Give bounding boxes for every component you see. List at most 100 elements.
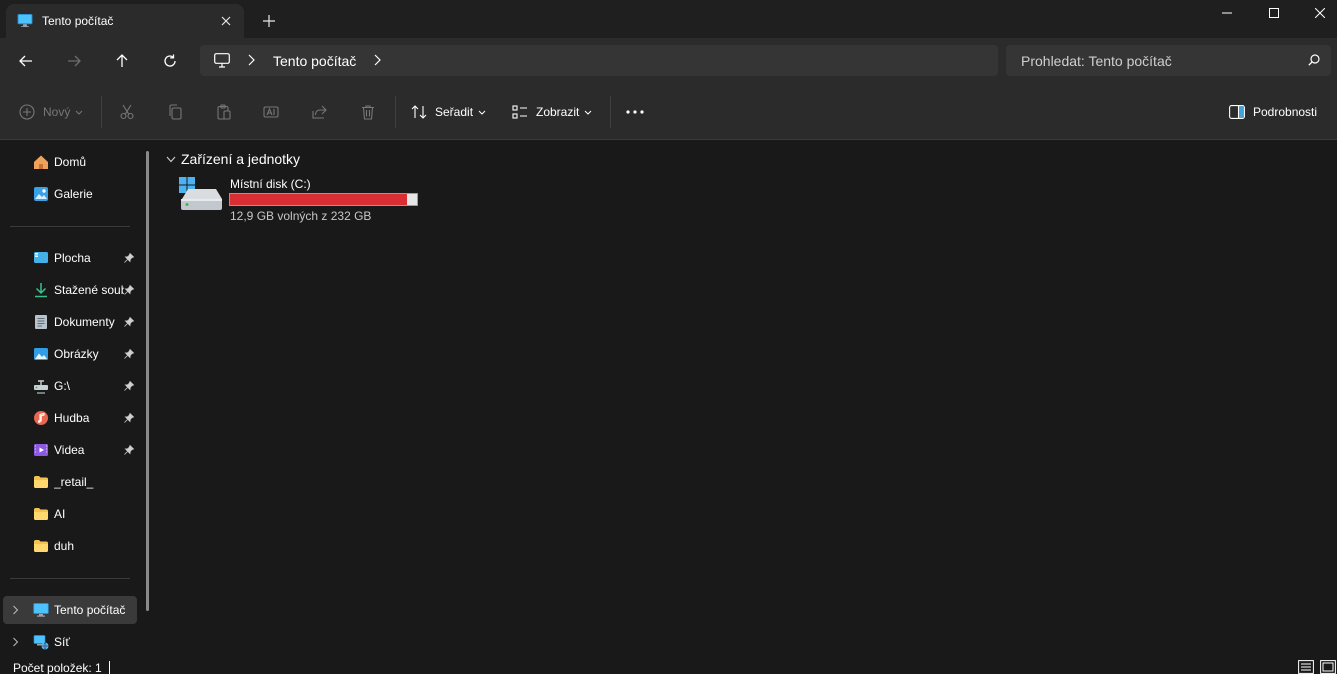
rename-button[interactable] [263,102,287,122]
pin-icon[interactable] [124,381,134,391]
chevron-down-icon [75,110,83,115]
content-pane: Zařízení a jednotky Místní disk (C:) 12,… [158,141,1337,659]
minimize-button[interactable] [1204,0,1250,26]
sort-icon [411,105,427,119]
cut-icon [120,104,134,120]
sidebar-item-this-pc[interactable]: Tento počítač [0,596,145,624]
chevron-right-icon[interactable] [373,54,381,66]
sidebar-item-pictures[interactable]: Obrázky [0,340,145,368]
sidebar-item-label: Síť [54,635,70,649]
view-button[interactable]: Zobrazit [512,102,600,122]
status-bar: Počet položek: 1 [0,659,1337,674]
sidebar-item-duh[interactable]: duh [0,532,145,560]
group-header-devices[interactable]: Zařízení a jednotky [166,151,300,167]
folder-icon [34,476,48,488]
pin-icon[interactable] [124,445,134,455]
sidebar-item-desktop[interactable]: Plocha [0,244,145,272]
paste-button[interactable] [216,102,240,122]
computer-icon [214,53,230,68]
forward-button[interactable] [60,48,88,74]
sidebar-item-g-drive[interactable]: G:\ [0,372,145,400]
chevron-right-icon[interactable] [12,637,19,647]
sidebar-item-label: Hudba [54,411,90,425]
refresh-icon [164,54,176,67]
sidebar-item-network[interactable]: Síť [0,628,145,656]
trash-icon [362,105,374,120]
view-list-icon [512,105,527,119]
sidebar-item-label: Tento počítač [54,603,126,617]
arrow-right-icon [68,55,81,67]
sidebar-item-music[interactable]: Hudba [0,404,145,432]
address-bar[interactable]: Tento počítač [200,45,998,76]
pin-icon[interactable] [124,285,134,295]
download-icon [35,283,47,298]
chevron-right-icon[interactable] [12,605,19,615]
group-title: Zařízení a jednotky [181,151,301,167]
sidebar-item-downloads[interactable]: Stažené soubory [0,276,145,304]
delete-button[interactable] [360,102,384,122]
sidebar-item-documents[interactable]: Dokumenty [0,308,145,336]
title-bar: Tento počítač [0,0,1337,38]
sidebar-item-label: Stažené soubory [54,283,124,297]
add-circle-icon [19,104,35,120]
search-input[interactable]: Prohledat: Tento počítač [1006,45,1331,76]
gallery-icon [34,187,48,201]
pictures-icon [34,348,48,360]
maximize-button[interactable] [1251,0,1297,26]
sidebar-item-gallery[interactable]: Galerie [0,180,145,208]
share-button[interactable] [312,102,336,122]
chevron-down-icon [478,110,486,115]
new-button-label: Nový [43,105,71,119]
cut-button[interactable] [119,102,143,122]
more-options-button[interactable] [626,102,652,122]
pin-icon[interactable] [124,349,134,359]
sidebar-item-ai[interactable]: AI [0,500,145,528]
sidebar-item-videos[interactable]: Videa [0,436,145,464]
copy-button[interactable] [167,102,191,122]
minimize-icon [1222,12,1232,14]
pin-icon[interactable] [124,253,134,263]
refresh-button[interactable] [156,48,184,74]
sidebar-item-retail[interactable]: _retail_ [0,468,145,496]
large-icons-view-icon[interactable] [1320,660,1336,674]
details-view-icon[interactable] [1298,660,1314,674]
tab-this-pc[interactable]: Tento počítač [6,4,244,38]
network-drive-icon [34,380,48,394]
breadcrumb-this-pc[interactable]: Tento počítač [273,53,356,69]
details-pane-button[interactable]: Podrobnosti [1229,102,1317,122]
chevron-right-icon[interactable] [247,54,255,66]
view-label: Zobrazit [536,105,580,119]
up-button[interactable] [108,48,136,74]
new-button[interactable]: Nový [19,102,91,122]
command-bar: Nový Seřadit Zobrazit Podrobnosti [0,84,1337,140]
rename-icon [263,106,279,118]
network-icon [33,635,49,650]
folder-icon [34,540,48,552]
sidebar-divider [10,226,130,227]
drive-name: Místní disk (C:) [230,177,311,191]
home-icon [34,155,48,169]
new-tab-button[interactable] [258,10,280,32]
close-tab-button[interactable] [216,11,236,31]
sort-button[interactable]: Seřadit [411,102,494,122]
tab-title: Tento počítač [42,14,114,28]
sidebar-item-home[interactable]: Domů [0,148,145,176]
back-button[interactable] [12,48,40,74]
details-pane-icon [1229,105,1245,119]
drive-item-c[interactable]: Místní disk (C:) 12,9 GB volných z 232 G… [178,175,424,225]
sidebar-item-label: Domů [54,155,87,169]
drive-usage-bar [229,193,418,206]
sidebar-item-label: _retail_ [54,475,94,489]
pin-icon[interactable] [124,317,134,327]
videos-icon [34,444,48,456]
sidebar-item-label: G:\ [54,379,71,393]
close-window-button[interactable] [1297,0,1337,26]
more-icon [626,110,644,114]
drive-free-space: 12,9 GB volných z 232 GB [230,209,372,223]
sidebar-item-label: AI [54,507,66,521]
copy-icon [169,104,182,120]
desktop-folder-icon [34,252,48,263]
pin-icon[interactable] [124,413,134,423]
sidebar-scrollbar[interactable] [146,151,149,611]
chevron-down-icon [585,110,592,115]
